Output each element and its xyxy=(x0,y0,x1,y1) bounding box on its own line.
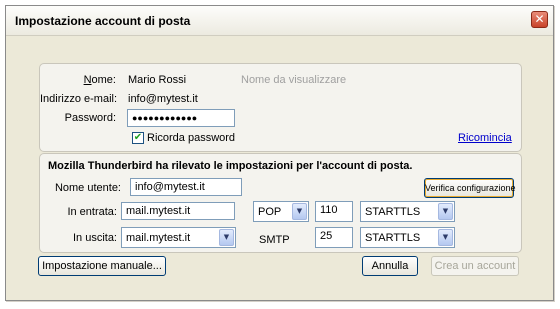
outgoing-security-value: STARTTLS xyxy=(365,232,421,244)
incoming-port-field[interactable]: 110 xyxy=(315,201,353,222)
outgoing-security-select[interactable]: STARTTLS ▼ xyxy=(360,227,455,248)
chevron-down-icon: ▼ xyxy=(438,203,453,220)
close-button[interactable]: ✕ xyxy=(531,11,548,28)
outgoing-label: In uscita: xyxy=(72,232,117,244)
identity-group: Nome: Mario Rossi Nome da visualizzare I… xyxy=(39,63,522,152)
dialog-title: Impostazione account di posta xyxy=(15,14,191,28)
chevron-down-icon: ▼ xyxy=(292,203,307,220)
password-label: Password: xyxy=(64,112,116,124)
outgoing-server-value: mail.mytest.it xyxy=(126,232,191,244)
cancel-button[interactable]: Annulla xyxy=(362,256,418,276)
incoming-server-field[interactable]: mail.mytest.it xyxy=(121,202,235,220)
outgoing-server-select[interactable]: mail.mytest.it ▼ xyxy=(121,227,236,248)
account-setup-dialog: Impostazione account di posta ✕ Nome: Ma… xyxy=(5,5,554,301)
title-bar: Impostazione account di posta ✕ xyxy=(6,6,553,36)
outgoing-protocol-label: SMTP xyxy=(259,234,290,246)
close-icon: ✕ xyxy=(534,12,545,26)
verify-configuration-button[interactable]: Verifica configurazione xyxy=(424,178,516,198)
incoming-protocol-select[interactable]: POP ▼ xyxy=(253,201,309,222)
incoming-label: In entrata: xyxy=(67,206,117,218)
server-settings-group: Mozilla Thunderbird ha rilevato le impos… xyxy=(39,153,522,253)
name-value[interactable]: Mario Rossi xyxy=(128,74,186,86)
incoming-security-select[interactable]: STARTTLS ▼ xyxy=(360,201,455,222)
password-field[interactable]: ●●●●●●●●●●●● xyxy=(127,109,235,127)
email-label: Indirizzo e-mail: xyxy=(40,93,118,105)
name-hint: Nome da visualizzare xyxy=(241,74,347,86)
chevron-down-icon: ▼ xyxy=(219,229,234,246)
create-account-button[interactable]: Crea un account xyxy=(431,256,519,276)
manual-setup-button[interactable]: Impostazione manuale... xyxy=(38,256,166,276)
remember-password-checkbox[interactable]: ✔ xyxy=(132,132,144,144)
outgoing-port-field[interactable]: 25 xyxy=(315,227,353,248)
incoming-security-value: STARTTLS xyxy=(365,206,421,218)
username-label: Nome utente: xyxy=(54,182,121,194)
username-field[interactable]: info@mytest.it xyxy=(130,178,242,196)
chevron-down-icon: ▼ xyxy=(438,229,453,246)
email-value[interactable]: info@mytest.it xyxy=(128,93,198,105)
detected-settings-heading: Mozilla Thunderbird ha rilevato le impos… xyxy=(48,160,413,172)
name-label: Nome: xyxy=(83,74,116,86)
restart-link[interactable]: Ricomincia xyxy=(458,132,512,144)
remember-password-label[interactable]: Ricorda password xyxy=(147,132,235,144)
check-icon: ✔ xyxy=(133,132,143,143)
incoming-protocol-value: POP xyxy=(258,206,282,218)
